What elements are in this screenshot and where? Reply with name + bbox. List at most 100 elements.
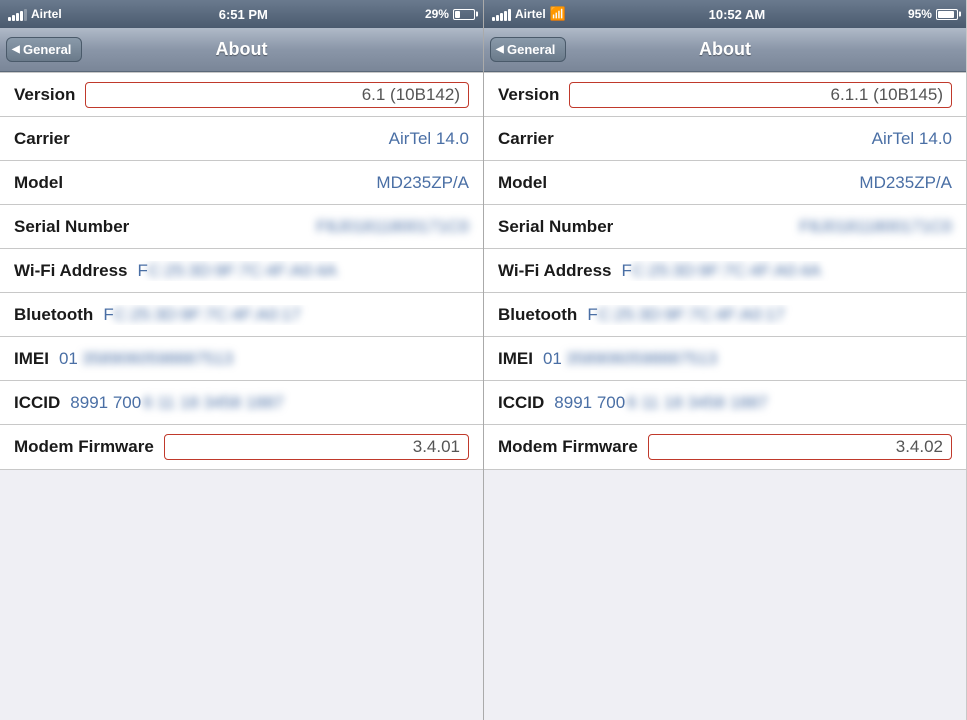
wifi-icon-right: 📶 xyxy=(550,6,566,22)
signal-bar-r3 xyxy=(500,13,503,21)
row-value-modem-right: 3.4.02 xyxy=(648,434,952,460)
battery-percent-right: 95% xyxy=(908,7,932,21)
table-row-serial-left: Serial Number F8J01811800171C0 xyxy=(0,205,483,249)
table-row-modem-left: Modem Firmware 3.4.01 xyxy=(0,425,483,469)
signal-bar-4 xyxy=(20,11,23,21)
battery-icon-left xyxy=(453,9,475,20)
imei-value-blurred-left: 3589060598887513 xyxy=(82,349,469,369)
table-section-right: Version 6.1.1 (10B145) Carrier AirTel 14… xyxy=(484,72,966,470)
row-label-modem-right: Modem Firmware xyxy=(498,437,638,457)
wifi-value-blurred-right: C:25:3D:9F:7C:4F:A0:4A xyxy=(632,261,952,281)
row-value-carrier-left: AirTel 14.0 xyxy=(80,129,469,149)
bt-prefix-right: F xyxy=(587,305,597,325)
row-label-modem-left: Modem Firmware xyxy=(14,437,154,457)
imei-prefix-right: 01 xyxy=(543,349,562,369)
table-row-model-right: Model MD235ZP/A xyxy=(484,161,966,205)
bt-value-blurred-right: C:25:3D:9F:7C:4F:A0:17 xyxy=(598,305,952,325)
table-row-wifi-left: Wi-Fi Address F C:25:3D:9F:7C:4F:A0:4A xyxy=(0,249,483,293)
nav-bar-left: General About xyxy=(0,28,483,72)
row-value-serial-left: F8J01811800171C0 xyxy=(139,217,469,237)
nav-bar-right: General About xyxy=(484,28,966,72)
table-row-carrier-right: Carrier AirTel 14.0 xyxy=(484,117,966,161)
row-label-serial-right: Serial Number xyxy=(498,217,613,237)
status-right-right: 95% xyxy=(908,7,958,21)
time-right: 10:52 AM xyxy=(709,7,766,22)
row-label-model-right: Model xyxy=(498,173,547,193)
table-row-version-right: Version 6.1.1 (10B145) xyxy=(484,73,966,117)
iccid-prefix-left: 8991 700 xyxy=(70,393,141,413)
carrier-left: Airtel xyxy=(31,7,62,21)
row-label-bluetooth-left: Bluetooth xyxy=(14,305,93,325)
battery-icon-right xyxy=(936,9,958,20)
row-value-modem-left: 3.4.01 xyxy=(164,434,469,460)
signal-bar-r2 xyxy=(496,15,499,21)
table-row-iccid-right: ICCID 8991 700 6 11 18 3458 1887 xyxy=(484,381,966,425)
signal-bar-r1 xyxy=(492,17,495,21)
signal-bar-1 xyxy=(8,17,11,21)
row-value-model-left: MD235ZP/A xyxy=(73,173,469,193)
iccid-value-blurred-left: 6 11 18 3458 1887 xyxy=(143,393,469,413)
battery-fill-right xyxy=(938,11,954,18)
imei-value-blurred-right: 3589060598887513 xyxy=(566,349,952,369)
phone-left: Airtel 6:51 PM 29% General About Version… xyxy=(0,0,483,720)
row-label-bluetooth-right: Bluetooth xyxy=(498,305,577,325)
iccid-prefix-right: 8991 700 xyxy=(554,393,625,413)
row-label-imei-right: IMEI xyxy=(498,349,533,369)
bt-value-blurred-left: C:25:3D:9F:7C:4F:A0:17 xyxy=(114,305,469,325)
signal-bars-left xyxy=(8,7,27,21)
table-row-serial-right: Serial Number F8J01811800171C0 xyxy=(484,205,966,249)
signal-bars-right xyxy=(492,7,511,21)
row-value-serial-right: F8J01811800171C0 xyxy=(623,217,952,237)
table-row-wifi-right: Wi-Fi Address F C:25:3D:9F:7C:4F:A0:4A xyxy=(484,249,966,293)
table-row-bluetooth-right: Bluetooth F C:25:3D:9F:7C:4F:A0:17 xyxy=(484,293,966,337)
row-label-iccid-right: ICCID xyxy=(498,393,544,413)
phone-right: Airtel 📶 10:52 AM 95% General About Vers… xyxy=(483,0,966,720)
battery-fill-left xyxy=(455,11,460,18)
back-button-left[interactable]: General xyxy=(6,37,82,62)
battery-percent-left: 29% xyxy=(425,7,449,21)
wifi-prefix-right: F xyxy=(622,261,632,281)
row-label-model-left: Model xyxy=(14,173,63,193)
row-label-wifi-right: Wi-Fi Address xyxy=(498,261,612,281)
back-button-right[interactable]: General xyxy=(490,37,566,62)
iccid-value-blurred-right: 6 11 18 3458 1887 xyxy=(627,393,952,413)
nav-title-left: About xyxy=(216,39,268,60)
table-right: Version 6.1.1 (10B145) Carrier AirTel 14… xyxy=(484,72,966,720)
table-row-model-left: Model MD235ZP/A xyxy=(0,161,483,205)
nav-title-right: About xyxy=(699,39,751,60)
time-left: 6:51 PM xyxy=(219,7,268,22)
row-value-version-right: 6.1.1 (10B145) xyxy=(569,82,952,108)
signal-bar-3 xyxy=(16,13,19,21)
table-section-left: Version 6.1 (10B142) Carrier AirTel 14.0… xyxy=(0,72,483,470)
table-row-carrier-left: Carrier AirTel 14.0 xyxy=(0,117,483,161)
bt-prefix-left: F xyxy=(103,305,113,325)
table-left: Version 6.1 (10B142) Carrier AirTel 14.0… xyxy=(0,72,483,720)
table-row-imei-left: IMEI 01 3589060598887513 xyxy=(0,337,483,381)
imei-prefix-left: 01 xyxy=(59,349,78,369)
status-left: Airtel xyxy=(8,7,62,21)
row-label-imei-left: IMEI xyxy=(14,349,49,369)
table-row-bluetooth-left: Bluetooth F C:25:3D:9F:7C:4F:A0:17 xyxy=(0,293,483,337)
carrier-right: Airtel xyxy=(515,7,546,21)
status-bar-right: Airtel 📶 10:52 AM 95% xyxy=(484,0,966,28)
row-value-version-left: 6.1 (10B142) xyxy=(85,82,469,108)
signal-bar-2 xyxy=(12,15,15,21)
status-right-left: 29% xyxy=(425,7,475,21)
signal-bar-5 xyxy=(24,9,27,21)
status-bar-left: Airtel 6:51 PM 29% xyxy=(0,0,483,28)
row-label-iccid-left: ICCID xyxy=(14,393,60,413)
row-label-carrier-right: Carrier xyxy=(498,129,554,149)
row-value-model-right: MD235ZP/A xyxy=(557,173,952,193)
table-row-iccid-left: ICCID 8991 700 6 11 18 3458 1887 xyxy=(0,381,483,425)
row-label-version-right: Version xyxy=(498,85,559,105)
table-row-imei-right: IMEI 01 3589060598887513 xyxy=(484,337,966,381)
row-value-carrier-right: AirTel 14.0 xyxy=(564,129,952,149)
row-label-carrier-left: Carrier xyxy=(14,129,70,149)
row-label-version-left: Version xyxy=(14,85,75,105)
signal-bar-r5 xyxy=(508,9,511,21)
row-label-wifi-left: Wi-Fi Address xyxy=(14,261,128,281)
status-left-right: Airtel 📶 xyxy=(492,6,566,22)
wifi-prefix-left: F xyxy=(138,261,148,281)
table-row-modem-right: Modem Firmware 3.4.02 xyxy=(484,425,966,469)
row-label-serial-left: Serial Number xyxy=(14,217,129,237)
